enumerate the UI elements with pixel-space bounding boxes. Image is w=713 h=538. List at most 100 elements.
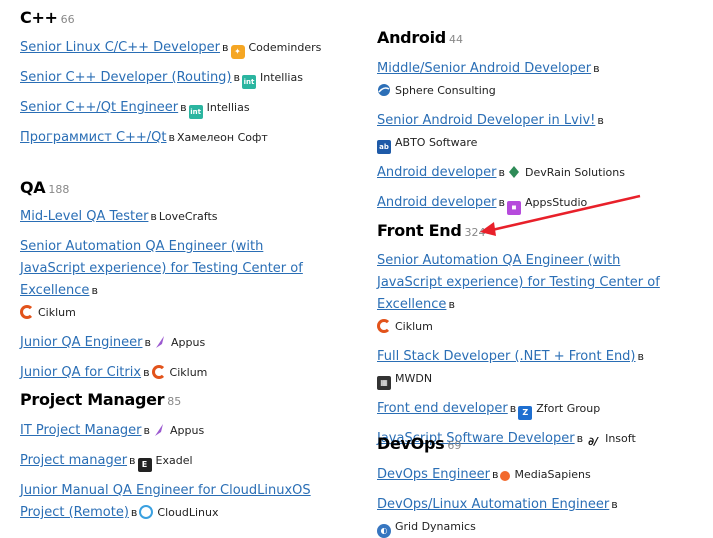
job-item: Middle/Senior Android Developer в Sphere C… — [377, 58, 697, 102]
job-title-link[interactable]: Senior C++/Qt Engineer — [20, 100, 178, 115]
category-header: C++ 66 — [20, 6, 350, 30]
category-count: 66 — [60, 13, 75, 26]
company-link[interactable]: ▦ MWDN — [377, 372, 433, 390]
cloudlinux-logo-icon — [139, 505, 154, 519]
job-title-link[interactable]: Senior Linux C/C++ Developer — [20, 40, 220, 55]
company-link[interactable]: E Exadel — [137, 454, 193, 472]
category-title[interactable]: C++ — [20, 8, 58, 27]
category-project-manager: Project Manager 85 IT Project Manager в App… — [20, 388, 350, 524]
job-item: Senior Automation QA Engineer (with Java… — [377, 250, 677, 338]
codeminders-logo-icon: ✦ — [230, 45, 245, 59]
job-item: Project manager в E Exadel — [20, 450, 350, 472]
company-link[interactable]: Ciklum — [20, 305, 76, 319]
job-title-link[interactable]: Senior Automation QA Engineer (with Java… — [377, 253, 660, 312]
abto-logo-icon: ab — [377, 140, 391, 154]
job-item: Front end developer в Z Zfort Group — [377, 398, 697, 420]
company-link[interactable]: DevRain Solutions — [507, 166, 625, 179]
job-title-link[interactable]: Android developer — [377, 195, 497, 210]
job-title-link[interactable]: Project manager — [20, 453, 127, 468]
company-link[interactable]: LoveCrafts — [159, 210, 218, 223]
company-name: Codeminders — [248, 41, 322, 54]
job-title-link[interactable]: DevOps Engineer — [377, 467, 490, 482]
category-title[interactable]: Android — [377, 28, 446, 47]
ciklum-logo-icon — [377, 319, 391, 333]
company-name: Appus — [171, 336, 206, 349]
job-title-link[interactable]: DevOps/Linux Automation Engineer — [377, 497, 609, 512]
category-title[interactable]: QA — [20, 178, 46, 197]
category-header: Android 44 — [377, 26, 697, 50]
company-name: MWDN — [395, 372, 433, 385]
company-name: Sphere Consulting — [395, 84, 496, 97]
company-link[interactable]: Appus — [152, 424, 204, 437]
category-qa: QA 188 Mid-Level QA Tester в LoveCrafts Sen… — [20, 176, 350, 384]
job-title-link[interactable]: Программист C++/Qt — [20, 130, 167, 145]
company-link[interactable]: int Intellias — [188, 101, 250, 119]
company-link[interactable]: Хамелеон Софт — [177, 131, 268, 144]
company-name: AppsStudio — [524, 196, 588, 209]
company-name: Ciklum — [38, 306, 76, 319]
company-link[interactable]: ◐ Grid Dynamics — [377, 520, 476, 538]
company-link[interactable]: CloudLinux — [139, 505, 219, 519]
job-title-link[interactable]: Middle/Senior Android Developer — [377, 61, 591, 76]
job-title-link[interactable]: Front end developer — [377, 401, 508, 416]
job-title-link[interactable]: Senior Android Developer in Lviv! — [377, 113, 595, 128]
job-title-link[interactable]: IT Project Manager — [20, 423, 142, 438]
category-title[interactable]: DevOps — [377, 434, 445, 453]
appus-logo-icon — [152, 423, 166, 437]
company-name: Intellias — [260, 71, 303, 84]
company-link[interactable]: Appus — [153, 336, 205, 349]
category-count: 188 — [48, 183, 70, 196]
intellias-logo-icon: int — [188, 105, 203, 119]
company-name: Ciklum — [395, 320, 433, 333]
job-item: Senior C++/Qt Engineer в int Intellias — [20, 97, 350, 119]
intellias-logo-icon: int — [242, 75, 256, 89]
exadel-logo-icon: E — [137, 458, 152, 472]
category-cpp: C++ 66 Senior Linux C/C++ Developer в ✦ Code… — [20, 6, 350, 149]
company-link[interactable]: Ciklum — [377, 319, 433, 333]
category-title[interactable]: Front End — [377, 221, 462, 240]
job-title-link[interactable]: Junior QA for Citrix — [20, 365, 141, 380]
connector-text: в — [130, 506, 138, 519]
connector-text: в — [597, 114, 604, 127]
company-link[interactable]: MediaSapiens — [500, 468, 591, 481]
job-title-link[interactable]: Full Stack Developer (.NET + Front End) — [377, 349, 636, 364]
company-link[interactable]: int Intellias — [242, 71, 303, 89]
appus-logo-icon — [153, 335, 167, 349]
company-link[interactable]: Z Zfort Group — [518, 402, 601, 420]
company-name: Grid Dynamics — [395, 520, 476, 533]
connector-text: в — [91, 284, 98, 297]
job-item: Senior Automation QA Engineer (with Java… — [20, 236, 320, 324]
appsstudio-logo-icon: ◼ — [506, 201, 521, 215]
job-title-link[interactable]: Senior Automation QA Engineer (with Java… — [20, 239, 303, 298]
job-title-link[interactable]: Junior QA Engineer — [20, 335, 143, 350]
category-android: Android 44 Middle/Senior Android Develope… — [377, 26, 697, 215]
company-name: Хамелеон Софт — [177, 131, 268, 144]
company-name: MediaSapiens — [514, 468, 591, 481]
company-link[interactable]: Ciklum — [151, 365, 208, 379]
connector-text: в — [233, 71, 240, 84]
category-count: 69 — [447, 439, 462, 452]
category-count: 44 — [448, 33, 463, 46]
category-front-end: Front End 324 Senior Automation QA Engine… — [377, 219, 697, 450]
company-link[interactable]: ✦ Codeminders — [230, 41, 322, 59]
job-item: Android developer в ◼ AppsStudio — [377, 192, 697, 215]
job-title-link[interactable]: Senior C++ Developer (Routing) — [20, 70, 232, 85]
job-item: Android developer в DevRain Solutions — [377, 162, 697, 184]
company-link[interactable]: ◼ AppsStudio — [506, 196, 588, 215]
zfort-logo-icon: Z — [518, 406, 533, 420]
company-name: CloudLinux — [157, 506, 219, 519]
company-link[interactable]: Sphere Consulting — [377, 84, 496, 97]
company-name: Ciklum — [169, 366, 208, 379]
connector-text: в — [593, 62, 600, 75]
job-title-link[interactable]: Mid-Level QA Tester — [20, 209, 148, 224]
connector-text: в — [509, 402, 517, 415]
ciklum-logo-icon — [20, 305, 34, 319]
job-item: DevOps/Linux Automation Engineer в ◐ Grid D… — [377, 494, 697, 538]
company-link[interactable]: ab ABTO Software — [377, 136, 477, 154]
category-header: DevOps 69 — [377, 432, 697, 456]
category-title[interactable]: Project Manager — [20, 390, 165, 409]
company-name: Zfort Group — [536, 402, 601, 415]
connector-text: в — [144, 336, 151, 349]
company-name: DevRain Solutions — [524, 166, 625, 179]
job-title-link[interactable]: Android developer — [377, 165, 497, 180]
